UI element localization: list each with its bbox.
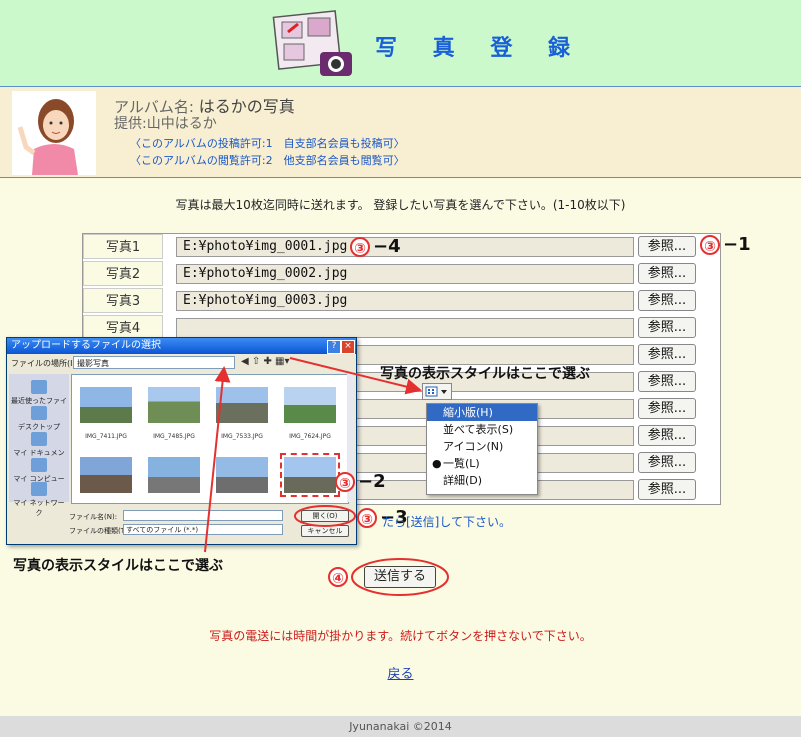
recent-icon [31,380,47,394]
help-button[interactable]: ? [327,340,341,354]
up-folder-icon[interactable]: ⇧ [252,356,260,367]
photo-row-1: 写真1 E:¥photo¥img_0001.jpg 参照... [83,234,720,261]
places-sidebar: 最近使ったファイル デスクトップ マイ ドキュメント マイ コンピュータ マイ … [9,374,69,517]
view-style-callout: 写真の表示スタイルはここで選ぶ [380,366,590,382]
photo-label: 写真3 [83,288,163,313]
browse-button[interactable]: 参照... [638,425,696,446]
browse-button[interactable]: 参照... [638,290,696,311]
browse-button[interactable]: 参照... [638,236,696,257]
user-avatar [12,91,96,175]
file-thumbnail[interactable] [284,387,336,423]
photo-label: 写真1 [83,234,163,259]
view-permission: 〈このアルバムの閲覧許可:2 他支部名会員も閲覧可〉 [130,154,405,167]
place-network[interactable]: マイ ネットワーク [11,482,67,518]
browse-button[interactable]: 参照... [638,263,696,284]
cancel-button[interactable]: キャンセル [301,525,349,537]
file-list: IMG_7411.JPG IMG_7485.JPG IMG_7533.JPG I… [71,374,349,504]
page-header: 写 真 登 録 [0,0,801,87]
file-thumbnail[interactable] [216,387,268,423]
open-button[interactable]: 開く(O) [301,510,349,522]
browse-button[interactable]: 参照... [638,452,696,473]
upload-warning: 写真の電送には時間が掛かります。続けてボタンを押さないで下さい。 [209,629,592,643]
bullet-icon: ● [432,457,442,470]
file-thumbnail[interactable] [80,387,132,423]
browse-button[interactable]: 参照... [638,398,696,419]
file-thumbnail[interactable] [216,457,268,493]
photo-file-input[interactable]: E:¥photo¥img_0002.jpg [176,264,634,284]
browse-button[interactable]: 参照... [638,371,696,392]
location-label: ファイルの場所(I): [11,359,79,368]
filetype-label: ファイルの種類(T): [69,527,131,535]
view-grid-icon [425,386,447,397]
location-select[interactable]: 撮影写真 [73,356,235,369]
menu-item-tiles[interactable]: 並べて表示(S) [427,421,537,438]
submit-button[interactable]: 送信する [364,566,436,588]
post-permission: 〈このアルバムの投稿許可:1 自支部名会員も投稿可〉 [130,137,405,150]
photo-row-3: 写真3 E:¥photo¥img_0003.jpg 参照... [83,288,720,315]
close-button[interactable]: × [341,340,355,354]
menu-item-details[interactable]: 詳細(D) [427,472,537,489]
file-select-dialog: アップロードするファイルの選択 ? × ファイルの場所(I): 撮影写真 ◀ ⇧… [6,337,357,545]
new-folder-icon[interactable]: ✚ [263,356,271,367]
page-footer: Jyunanakai ©2014 [0,716,801,737]
view-style-menu: 縮小版(H) 並べて表示(S) アイコン(N) ● 一覧(L) 詳細(D) [426,403,538,495]
documents-icon [31,432,47,446]
computer-icon [31,458,47,472]
annotation-step-3-2: ③ −2 [335,471,386,492]
annotation-step-3-1: ③ −1 [700,234,751,255]
place-desktop[interactable]: デスクトップ [11,406,67,432]
photo-album-icon [272,10,352,76]
browse-button[interactable]: 参照... [638,344,696,365]
selected-file-thumbnail[interactable] [280,453,340,497]
filename-label: ファイル名(N): [69,513,118,521]
browse-button[interactable]: 参照... [638,479,696,500]
desktop-icon [31,406,47,420]
network-icon [31,482,47,496]
file-thumbnail[interactable] [80,457,132,493]
photo-file-input[interactable]: E:¥photo¥img_0001.jpg [176,237,634,257]
photo-file-input[interactable] [176,318,634,338]
photo-label: 写真2 [83,261,163,286]
view-menu-icon[interactable]: ▦▾ [275,356,289,367]
album-provider: 提供:山中はるか [114,116,217,132]
back-link[interactable]: 戻る [0,663,801,682]
photo-file-input[interactable]: E:¥photo¥img_0003.jpg [176,291,634,311]
menu-item-thumbnails[interactable]: 縮小版(H) [427,404,537,421]
file-thumbnail[interactable] [148,387,200,423]
page-title: 写 真 登 録 [375,36,584,61]
annotation-step-3-4: ③ −4 [350,236,401,257]
filetype-select[interactable]: すべてのファイル (*.*) [123,524,283,535]
send-instruction: たら[送信]して下さい。 [382,515,512,529]
album-info: アルバム名: はるかの写真 提供:山中はるか 〈このアルバムの投稿許可:1 自支… [0,87,801,178]
annotation-step-4: ④ [328,566,351,587]
view-style-button[interactable] [422,383,452,400]
upload-instruction: 写真は最大10枚迄同時に送れます。 登録したい写真を選んで下さい。(1-10枚以… [175,198,626,212]
menu-item-list[interactable]: ● 一覧(L) [427,455,537,472]
menu-item-icons[interactable]: アイコン(N) [427,438,537,455]
dialog-title: アップロードするファイルの選択 [7,338,356,354]
view-style-callout-lower: 写真の表示スタイルはここで選ぶ [13,558,223,574]
photo-row-2: 写真2 E:¥photo¥img_0002.jpg 参照... [83,261,720,288]
back-icon[interactable]: ◀ [241,356,249,367]
file-thumbnail[interactable] [148,457,200,493]
browse-button[interactable]: 参照... [638,317,696,338]
filename-input[interactable] [123,510,283,521]
dialog-toolbar: ◀ ⇧ ✚ ▦▾ [241,356,290,367]
